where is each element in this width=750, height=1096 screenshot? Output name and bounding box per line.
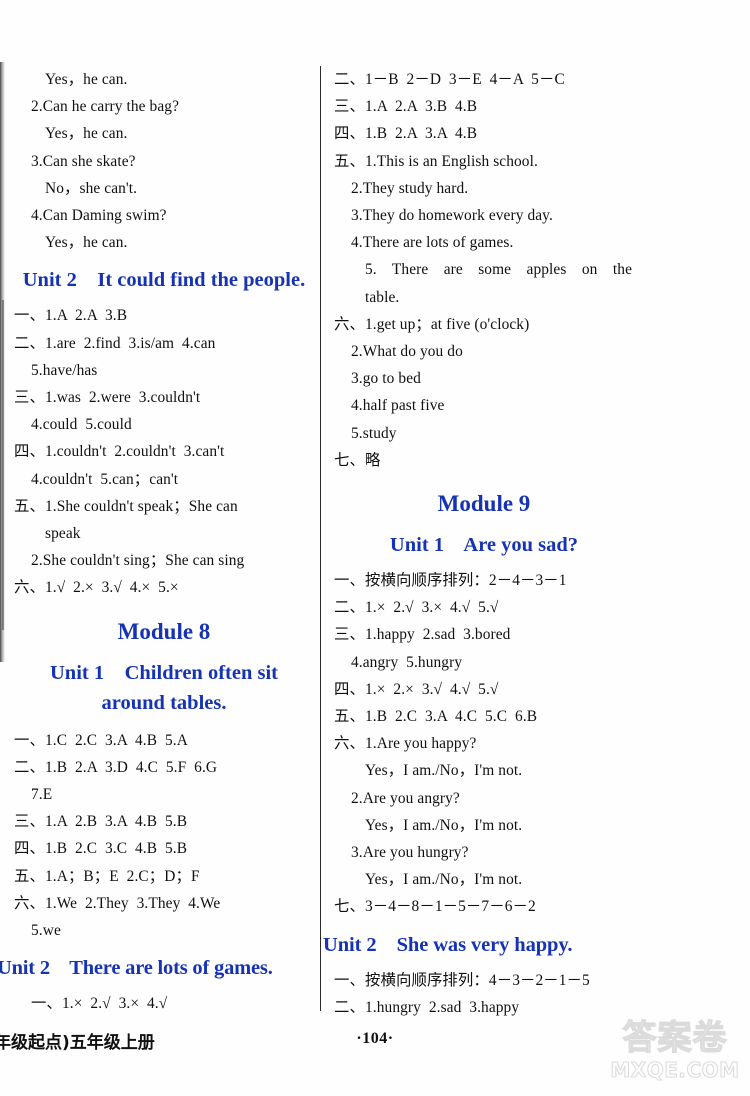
answer-line: 五、1.She couldn't speak；She can: [14, 497, 238, 515]
answer-line: Yes，I am./No，I'm not.: [365, 871, 523, 889]
answer-line: 六、1.We 2.They 3.They 4.We: [14, 894, 221, 912]
page-footer: 年级起点)五年级上册 ·104·: [0, 1028, 750, 1058]
left-column: Yes，he can. 2.Can he carry the bag? Yes，…: [0, 66, 314, 1017]
answer-line: 二、1－B 2－D 3－E 4－A 5－C: [334, 71, 565, 88]
answer-line: 4.There are lots of games.: [351, 234, 514, 252]
answer-block: 一、按横向顺序排列：4－3－2－1－5 二、1.hungry 2.sad 3.h…: [334, 967, 634, 1021]
answer-line: 四、1.B 2.A 3.A 4.B: [334, 125, 478, 143]
answer-line: 一、1.A 2.A 3.B: [14, 307, 128, 325]
answer-line: 二、1.hungry 2.sad 3.happy: [334, 998, 520, 1016]
answer-line: 2.She couldn't sing；She can sing: [31, 552, 245, 570]
answer-line: 六、1.√ 2.× 3.√ 4.× 5.×: [14, 579, 179, 597]
unit-heading-m8-u1: Unit 1 Children often sit around tables.: [14, 658, 314, 718]
answer-line: 五、1.A；B；E 2.C；D；F: [14, 867, 200, 885]
answer-line: speak: [45, 525, 81, 543]
scan-binding-edge-secondary: [2, 300, 4, 630]
answer-line: Yes，he can.: [45, 125, 128, 143]
answer-block: 一、1.A 2.A 3.B 二、1.are 2.find 3.is/am 4.c…: [14, 302, 314, 601]
answer-line: 2.What do you do: [351, 343, 463, 361]
answer-line: table.: [365, 288, 400, 306]
answer-line: 三、1.happy 2.sad 3.bored: [334, 626, 511, 644]
answer-line: 六、1.get up；at five (o'clock): [334, 315, 530, 333]
answer-block: table. 六、1.get up；at five (o'clock) 2.Wh…: [334, 284, 634, 474]
right-column: 二、1－B 2－D 3－E 4－A 5－C 三、1.A 2.A 3.B 4.B …: [323, 66, 634, 1021]
unit-heading-line1: Unit 1 Children often sit: [50, 661, 278, 684]
unit-heading-m9-u1: Unit 1 Are you sad?: [389, 534, 579, 557]
answer-line: 5.study: [351, 424, 397, 442]
watermark-domain: MXQE.COM: [610, 1057, 740, 1082]
answer-line: 六、1.Are you happy?: [334, 735, 477, 753]
answer-line: 一、按横向顺序排列：2－4－3－1: [334, 572, 567, 590]
answer-block: 二、1－B 2－D 3－E 4－A 5－C 三、1.A 2.A 3.B 4.B …: [334, 66, 634, 256]
answer-line: 二、1.are 2.find 3.is/am 4.can: [14, 334, 216, 352]
answer-line: 3.They do homework every day.: [351, 207, 553, 225]
answer-line: 三、1.A 2.B 3.A 4.B 5.B: [14, 813, 188, 831]
answer-line: No，she can't.: [45, 179, 138, 197]
answer-line: Yes，I am./No，I'm not.: [365, 762, 523, 780]
answer-line: 3.go to bed: [351, 370, 421, 388]
answer-line: 4.Can Daming swim?: [31, 207, 167, 225]
answer-line: 5.we: [31, 922, 61, 940]
answer-line: Yes，he can.: [45, 71, 128, 88]
answer-line: 3.Are you hungry?: [351, 844, 469, 862]
column-divider: [320, 66, 322, 1011]
answer-line: 四、1.B 2.C 3.C 4.B 5.B: [14, 840, 188, 858]
answer-line: 七、略: [334, 451, 381, 469]
unit-heading-line2: around tables.: [101, 691, 227, 714]
answer-line: 七、3－4－8－1－5－7－6－2: [334, 898, 536, 916]
answer-line-justified: 5. There are some apples on the: [365, 261, 632, 279]
answer-line: 二、1.B 2.A 3.D 4.C 5.F 6.G: [14, 758, 218, 776]
answer-block: 一、1.× 2.√ 3.× 4.√: [14, 990, 314, 1017]
answer-line: 7.E: [31, 786, 53, 804]
answer-line: 4.angry 5.hungry: [351, 653, 463, 671]
answer-line: 一、按横向顺序排列：4－3－2－1－5: [334, 971, 590, 989]
answer-line: 五、1.B 2.C 3.A 4.C 5.C 6.B: [334, 708, 538, 726]
answer-line: 4.could 5.could: [31, 416, 132, 434]
answer-block: 一、1.C 2.C 3.A 4.B 5.A 二、1.B 2.A 3.D 4.C …: [14, 727, 314, 945]
answer-block: 一、按横向顺序排列：2－4－3－1 二、1.× 2.√ 3.× 4.√ 5.√ …: [334, 567, 634, 921]
answer-line: 2.Are you angry?: [351, 789, 460, 807]
answer-line: Yes，he can.: [45, 234, 128, 252]
answer-line: 2.Can he carry the bag?: [31, 98, 180, 116]
answer-block: Yes，he can. 2.Can he carry the bag? Yes，…: [14, 66, 314, 256]
answer-line: 三、1.A 2.A 3.B 4.B: [334, 98, 478, 116]
answer-line: 二、1.× 2.√ 3.× 4.√ 5.√: [334, 599, 499, 617]
answer-line: 5.have/has: [31, 361, 98, 379]
answer-key-page: Yes，he can. 2.Can he carry the bag? Yes，…: [0, 0, 750, 1096]
page-number: ·104·: [356, 1030, 394, 1047]
unit-heading-m8-u2: Unit 2 There are lots of games.: [0, 957, 273, 980]
answer-line: 四、1.× 2.× 3.√ 4.√ 5.√: [334, 680, 499, 698]
answer-line: 4.couldn't 5.can；can't: [31, 470, 179, 488]
answer-line: 3.Can she skate?: [31, 152, 136, 170]
module-heading-9: Module 9: [437, 491, 531, 517]
answer-line: 4.half past five: [351, 397, 445, 415]
answer-line: 三、1.was 2.were 3.couldn't: [14, 389, 201, 407]
answer-line: 2.They study hard.: [351, 179, 469, 197]
answer-line: 四、1.couldn't 2.couldn't 3.can't: [14, 443, 225, 461]
unit-heading-m9-u2: Unit 2 She was very happy.: [323, 933, 573, 956]
answer-line: 一、1.× 2.√ 3.× 4.√: [31, 995, 168, 1013]
answer-line: Yes，I am./No，I'm not.: [365, 816, 523, 834]
answer-line: 五、1.This is an English school.: [334, 152, 538, 170]
module-heading-8: Module 8: [117, 618, 211, 644]
answer-line: 一、1.C 2.C 3.A 4.B 5.A: [14, 731, 188, 749]
unit-heading-m7-u2: Unit 2 It could find the people.: [22, 269, 306, 292]
